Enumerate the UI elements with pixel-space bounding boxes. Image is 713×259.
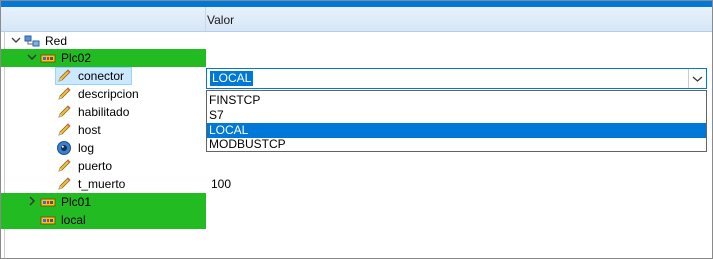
connector-combobox[interactable]: LOCAL xyxy=(206,68,707,89)
plc-device-icon xyxy=(40,50,56,66)
tree-node-label: Plc01 xyxy=(61,195,92,209)
network-icon xyxy=(24,33,40,49)
pencil-icon xyxy=(56,68,72,84)
tree-node-cell: host xyxy=(1,121,206,139)
grid-header: Valor xyxy=(1,7,712,32)
dropdown-option-local[interactable]: LOCAL xyxy=(207,123,706,138)
tree-node-plc02[interactable]: Plc02 xyxy=(1,49,712,67)
tree-node-label: descripcion xyxy=(78,87,139,101)
combobox-dropdown-button[interactable] xyxy=(688,69,706,88)
chevron-down-icon[interactable] xyxy=(27,52,37,62)
name-column-header[interactable] xyxy=(1,7,206,31)
tree-node-label: Red xyxy=(45,34,68,48)
connector-dropdown-list: FINSTCP S7 LOCAL MODBUSTCP xyxy=(206,90,707,152)
tree-node-cell: habilitado xyxy=(1,103,206,121)
tree-node-cell: Plc02 xyxy=(1,49,206,67)
tree-node-cell: puerto xyxy=(1,157,206,175)
pencil-icon xyxy=(56,86,72,102)
tree-node-cell: Red xyxy=(1,32,206,50)
tree-node-label: Plc02 xyxy=(61,51,92,65)
plc-device-icon xyxy=(40,212,56,228)
tree-node-label: t_muerto xyxy=(78,177,126,191)
value-column-header[interactable]: Valor xyxy=(207,13,234,27)
property-value[interactable]: 100 xyxy=(211,177,231,191)
pencil-icon xyxy=(56,176,72,192)
tree-node-label: log xyxy=(78,141,95,155)
chevron-down-icon xyxy=(692,76,703,82)
combobox-selected-text[interactable]: LOCAL xyxy=(210,71,254,86)
tree-node-plc01[interactable]: Plc01 xyxy=(1,193,712,211)
tree-node-label: local xyxy=(61,213,86,227)
tree-node-local[interactable]: local xyxy=(1,211,712,229)
tree-node-cell: conector xyxy=(1,67,206,85)
tree-node-label: puerto xyxy=(78,159,113,173)
dropdown-option-finstcp[interactable]: FINSTCP xyxy=(207,93,706,108)
tree-node-label: habilitado xyxy=(78,105,130,119)
tree-node-cell: Plc01 xyxy=(1,193,206,211)
property-grid: Valor Red Plc02 conector descripcion hab… xyxy=(0,0,713,259)
dropdown-option-s7[interactable]: S7 xyxy=(207,108,706,123)
tree-node-t-muerto[interactable]: t_muerto 100 xyxy=(1,175,712,193)
tree-node-label: conector xyxy=(78,69,125,83)
plc-device-icon xyxy=(40,194,56,210)
pencil-icon xyxy=(56,122,72,138)
pencil-icon xyxy=(56,158,72,174)
tree-node-cell: t_muerto xyxy=(1,175,206,193)
pencil-icon xyxy=(56,104,72,120)
tree-node-cell: descripcion xyxy=(1,85,206,103)
tree-node-cell: log xyxy=(1,139,206,157)
tree-node-label: host xyxy=(78,123,101,137)
tree-node-puerto[interactable]: puerto xyxy=(1,157,712,175)
tree-node-cell: local xyxy=(1,211,206,229)
eye-icon xyxy=(56,140,72,156)
chevron-down-icon[interactable] xyxy=(11,35,21,45)
chevron-right-icon[interactable] xyxy=(27,196,37,206)
dropdown-option-modbustcp[interactable]: MODBUSTCP xyxy=(207,137,706,152)
tree-node-red[interactable]: Red xyxy=(1,32,712,50)
